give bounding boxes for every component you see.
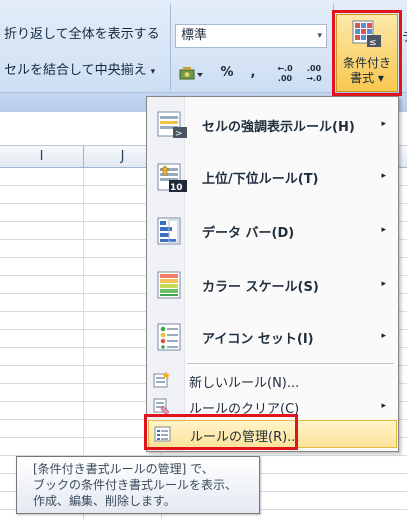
chevron-down-icon[interactable]: ▾ <box>317 25 322 47</box>
submenu-arrow-icon: ▸ <box>381 279 386 289</box>
increase-decimal-label: ←.0 .00 <box>277 64 293 83</box>
currency-icon <box>179 67 203 80</box>
menu-item-label: 上位/下位ルール(T) <box>202 172 319 187</box>
new-rule-icon <box>153 371 171 393</box>
menu-item-highlight-cells-rules[interactable]: > セルの強調表示ルール(H) ▸ <box>147 99 398 151</box>
menu-item-label: アイコン セット(I) <box>202 332 314 347</box>
conditional-formatting-menu: > セルの強調表示ルール(H) ▸ 10 上位/下位ルール(T) ▸ データ バ… <box>146 96 399 452</box>
wrap-text-button[interactable]: 折り返して全体を表示する <box>4 22 160 48</box>
decrease-decimal-button[interactable]: .00 →.0 <box>301 60 327 86</box>
submenu-arrow-icon: ▸ <box>381 401 386 411</box>
tooltip-text: [条件付き書式ルールの管理] で、 ブックの条件付き書式ルールを表示、 作成、編… <box>33 462 238 508</box>
format-as-table-button[interactable]: テ <box>402 28 407 68</box>
merge-center-label: セルを結合して中央揃え <box>4 63 147 78</box>
decrease-decimal-label: .00 →.0 <box>306 64 322 83</box>
number-format-select[interactable]: 標準 ▾ <box>175 24 327 48</box>
manage-rules-tooltip: [条件付き書式ルールの管理] で、 ブックの条件付き書式ルールを表示、 作成、編… <box>16 456 260 514</box>
data-bars-icon <box>157 217 189 249</box>
currency-format-button[interactable] <box>176 60 208 86</box>
menu-item-new-rule[interactable]: 新しいルール(N)... <box>147 367 398 393</box>
top-bottom-rules-icon: 10 <box>157 163 189 197</box>
highlight-cells-rules-icon: > <box>157 111 189 143</box>
conditional-formatting-highlight-box <box>332 10 402 96</box>
submenu-arrow-icon: ▸ <box>381 331 386 341</box>
svg-text:>: > <box>175 129 183 139</box>
comma-label: , <box>250 65 256 80</box>
menu-item-label: セルの強調表示ルール(H) <box>202 120 355 135</box>
menu-item-data-bars[interactable]: データ バー(D) ▸ <box>147 205 398 257</box>
menu-item-label: データ バー(D) <box>202 226 295 241</box>
submenu-arrow-icon: ▸ <box>381 119 386 129</box>
merge-center-button[interactable]: セルを結合して中央揃え ▾ <box>4 58 155 84</box>
menu-separator <box>187 363 394 364</box>
color-scales-icon <box>157 271 189 303</box>
svg-text:10: 10 <box>170 183 183 193</box>
manage-rules-highlight-box <box>144 414 298 450</box>
menu-item-color-scales[interactable]: カラー スケール(S) ▸ <box>147 259 398 311</box>
format-as-table-label: テ <box>402 30 407 44</box>
menu-item-top-bottom-rules[interactable]: 10 上位/下位ルール(T) ▸ <box>147 151 398 203</box>
submenu-arrow-icon: ▸ <box>381 171 386 181</box>
wrap-text-label: 折り返して全体を表示する <box>4 27 160 42</box>
submenu-arrow-icon: ▸ <box>381 225 386 235</box>
ribbon-group-divider <box>170 4 171 90</box>
icon-sets-icon <box>157 323 189 355</box>
percent-label: % <box>220 65 234 80</box>
percent-style-button[interactable]: % <box>216 60 238 86</box>
chevron-down-icon[interactable]: ▾ <box>151 67 156 77</box>
comma-style-button[interactable]: , <box>244 60 262 86</box>
menu-item-icon-sets[interactable]: アイコン セット(I) ▸ <box>147 311 398 363</box>
column-header-i[interactable]: I <box>0 146 84 168</box>
menu-item-label: 新しいルール(N)... <box>189 376 300 391</box>
number-format-value: 標準 <box>181 28 208 43</box>
increase-decimal-button[interactable]: ←.0 .00 <box>272 60 298 86</box>
menu-item-label: カラー スケール(S) <box>202 280 319 295</box>
